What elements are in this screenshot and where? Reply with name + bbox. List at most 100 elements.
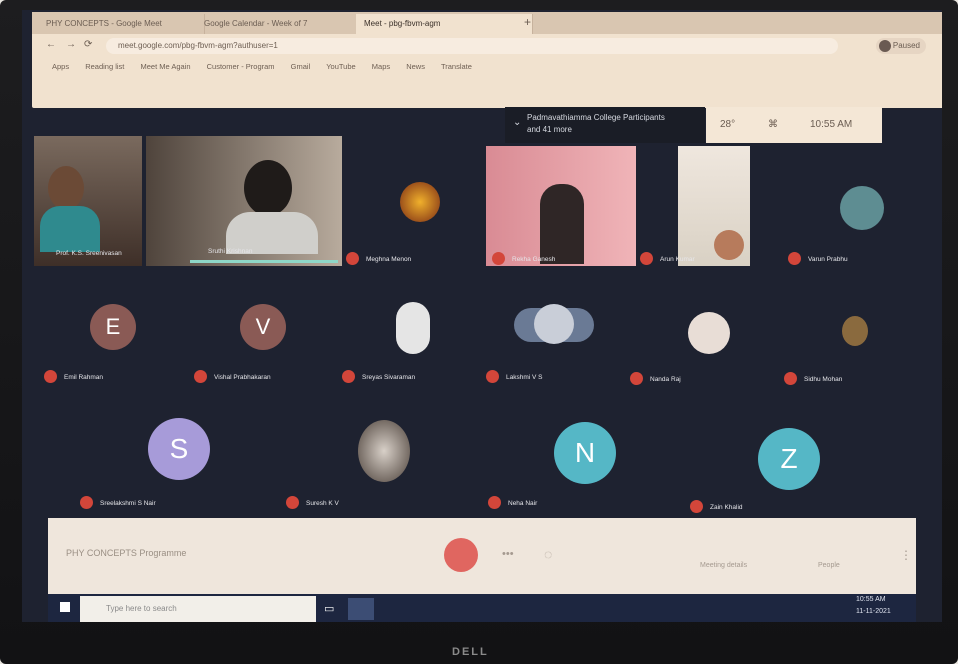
profile-picture	[400, 182, 440, 222]
mic-muted-icon	[80, 496, 93, 509]
clock: 10:55 AM	[810, 119, 853, 130]
new-tab-button[interactable]: +	[524, 15, 531, 29]
participant-tile-15[interactable]: N Neha Nair	[484, 410, 634, 516]
system-tray-overlay: 28° ⌘ 10:55 AM	[706, 107, 882, 143]
taskbar-time: 10:55 AM	[856, 596, 886, 603]
person-video	[48, 166, 84, 210]
mic-muted-icon	[488, 496, 501, 509]
temperature: 28°	[720, 119, 736, 130]
participant-tile-8[interactable]: V Vishal Prabhakaran	[190, 298, 330, 390]
bookmark-3[interactable]: Meet Me Again	[141, 62, 191, 71]
meeting-name[interactable]: PHY CONCEPTS Programme	[66, 548, 186, 558]
participant-tile-11[interactable]: Nanda Raj	[630, 298, 770, 390]
mic-muted-icon	[346, 252, 359, 265]
meeting-details-button[interactable]: Meeting details	[700, 562, 747, 569]
participant-tile-3[interactable]: Meghna Menon	[346, 136, 496, 266]
mic-muted-icon	[784, 372, 797, 385]
avatar-letter: Z	[758, 428, 820, 490]
avatar-letter: S	[148, 418, 210, 480]
profile-picture	[688, 312, 730, 354]
tab-1[interactable]: PHY CONCEPTS - Google Meet	[38, 14, 205, 34]
bookmark-maps[interactable]: Maps	[372, 62, 390, 71]
mic-muted-icon	[286, 496, 299, 509]
profile-button[interactable]: Paused	[876, 38, 926, 54]
speaking-indicator	[190, 260, 338, 263]
mic-muted-icon	[630, 372, 643, 385]
task-view-icon[interactable]: ▭	[324, 602, 334, 615]
participant-tile-5[interactable]: Arun Kumar	[640, 146, 750, 266]
participant-tile-10[interactable]: Lakshmi V S	[484, 298, 624, 390]
participant-tile-6[interactable]: Varun Prabhu	[788, 146, 908, 266]
reload-icon[interactable]: ⟳	[84, 39, 92, 50]
chrome-taskbar-icon[interactable]	[348, 598, 374, 620]
mic-muted-icon	[788, 252, 801, 265]
participant-tile-13[interactable]: S Sreelakshmi S Nair	[80, 410, 230, 516]
participant-tile-9[interactable]: Sreyas Sivaraman	[340, 298, 480, 390]
participant-name: Lakshmi V S	[506, 374, 543, 381]
profile-avatar	[879, 40, 891, 52]
participant-tile-4[interactable]: Rekha Ganesh	[486, 146, 636, 266]
address-row: ← → ⟳ meet.google.com/pbg-fbvm-agm?authu…	[42, 36, 942, 56]
taskbar-date: 11-11-2021	[856, 608, 891, 615]
taskbar-search-input[interactable]: Type here to search	[80, 596, 316, 622]
tab-3[interactable]: Meet - pbg-fbvm-agm	[356, 14, 533, 34]
participant-name: Sruthi Krishnan	[208, 248, 253, 255]
participant-tile-12[interactable]: Sidhu Mohan	[784, 298, 912, 390]
mic-muted-icon	[486, 370, 499, 383]
bookmarks-bar: Apps Reading list Meet Me Again Customer…	[52, 62, 938, 78]
avatar	[840, 186, 884, 230]
bookmark-apps[interactable]: Apps	[52, 62, 69, 71]
participant-name: Suresh K V	[306, 500, 339, 507]
participant-name: Arun Kumar	[660, 256, 695, 263]
more-options-icon[interactable]: •••	[502, 548, 514, 560]
profile-picture	[842, 316, 868, 346]
grid-icon[interactable]: ⌘	[768, 119, 778, 130]
mic-muted-icon	[492, 252, 505, 265]
mic-muted-icon	[44, 370, 57, 383]
participant-tile-14[interactable]: Suresh K V	[284, 410, 434, 516]
participant-name: Sreelakshmi S Nair	[100, 500, 156, 507]
join-notification[interactable]: ⌄ Padmavathiamma College Participants an…	[505, 107, 705, 143]
avatar-letter: V	[240, 304, 286, 350]
participant-tile-2[interactable]: Sruthi Krishnan	[146, 136, 342, 266]
participant-name: Sidhu Mohan	[804, 376, 843, 383]
bookmark-youtube[interactable]: YouTube	[326, 62, 355, 71]
meet-control-bar: PHY CONCEPTS Programme ••• ◌ Meeting det…	[48, 518, 916, 594]
back-icon[interactable]: ←	[46, 39, 56, 50]
participant-name: Vishal Prabhakaran	[214, 374, 271, 381]
windows-taskbar: Type here to search ▭ 10:55 AM 11-11-202…	[48, 594, 916, 622]
participant-name: Emil Rahman	[64, 374, 104, 381]
face-shape	[714, 230, 744, 260]
url-bar[interactable]: meet.google.com/pbg-fbvm-agm?authuser=1	[106, 38, 838, 54]
bookmark-news[interactable]: News	[406, 62, 425, 71]
profile-picture	[358, 420, 410, 482]
bookmark-gmail[interactable]: Gmail	[291, 62, 311, 71]
participant-name: Neha Nair	[508, 500, 538, 507]
monitor-logo: DELL	[452, 646, 489, 658]
forward-icon[interactable]: →	[66, 39, 76, 50]
tab-2[interactable]: Google Calendar - Week of 7	[196, 14, 368, 34]
mic-muted-icon	[342, 370, 355, 383]
overflow-icon[interactable]: ⋮	[900, 548, 912, 562]
mic-muted-icon	[640, 252, 653, 265]
participant-name: Sreyas Sivaraman	[362, 374, 416, 381]
avatar-letter: E	[90, 304, 136, 350]
screen: PHY CONCEPTS - Google Meet Google Calend…	[22, 10, 942, 622]
participant-name: Nanda Raj	[650, 376, 681, 383]
people-button[interactable]: People	[818, 562, 840, 569]
chevron-down-icon: ⌄	[513, 117, 522, 128]
mic-muted-icon	[690, 500, 703, 513]
bookmark-reading-list[interactable]: Reading list	[85, 62, 124, 71]
participant-name: Rekha Ganesh	[512, 256, 556, 263]
browser-chrome: PHY CONCEPTS - Google Meet Google Calend…	[32, 12, 942, 108]
avatar-letter: N	[554, 422, 616, 484]
participant-tile-16[interactable]: Z Zain Khalid	[686, 410, 836, 516]
tab-strip: PHY CONCEPTS - Google Meet Google Calend…	[32, 12, 942, 34]
bookmark-4[interactable]: Customer - Program	[207, 62, 275, 71]
participant-tile-1[interactable]: Prof. K.S. Sreenivasan	[34, 136, 142, 266]
present-icon[interactable]: ◌	[544, 546, 552, 562]
windows-start-icon[interactable]	[60, 602, 70, 612]
participant-tile-7[interactable]: E Emil Rahman	[42, 298, 182, 390]
end-call-button[interactable]	[444, 538, 478, 572]
bookmark-translate[interactable]: Translate	[441, 62, 472, 71]
